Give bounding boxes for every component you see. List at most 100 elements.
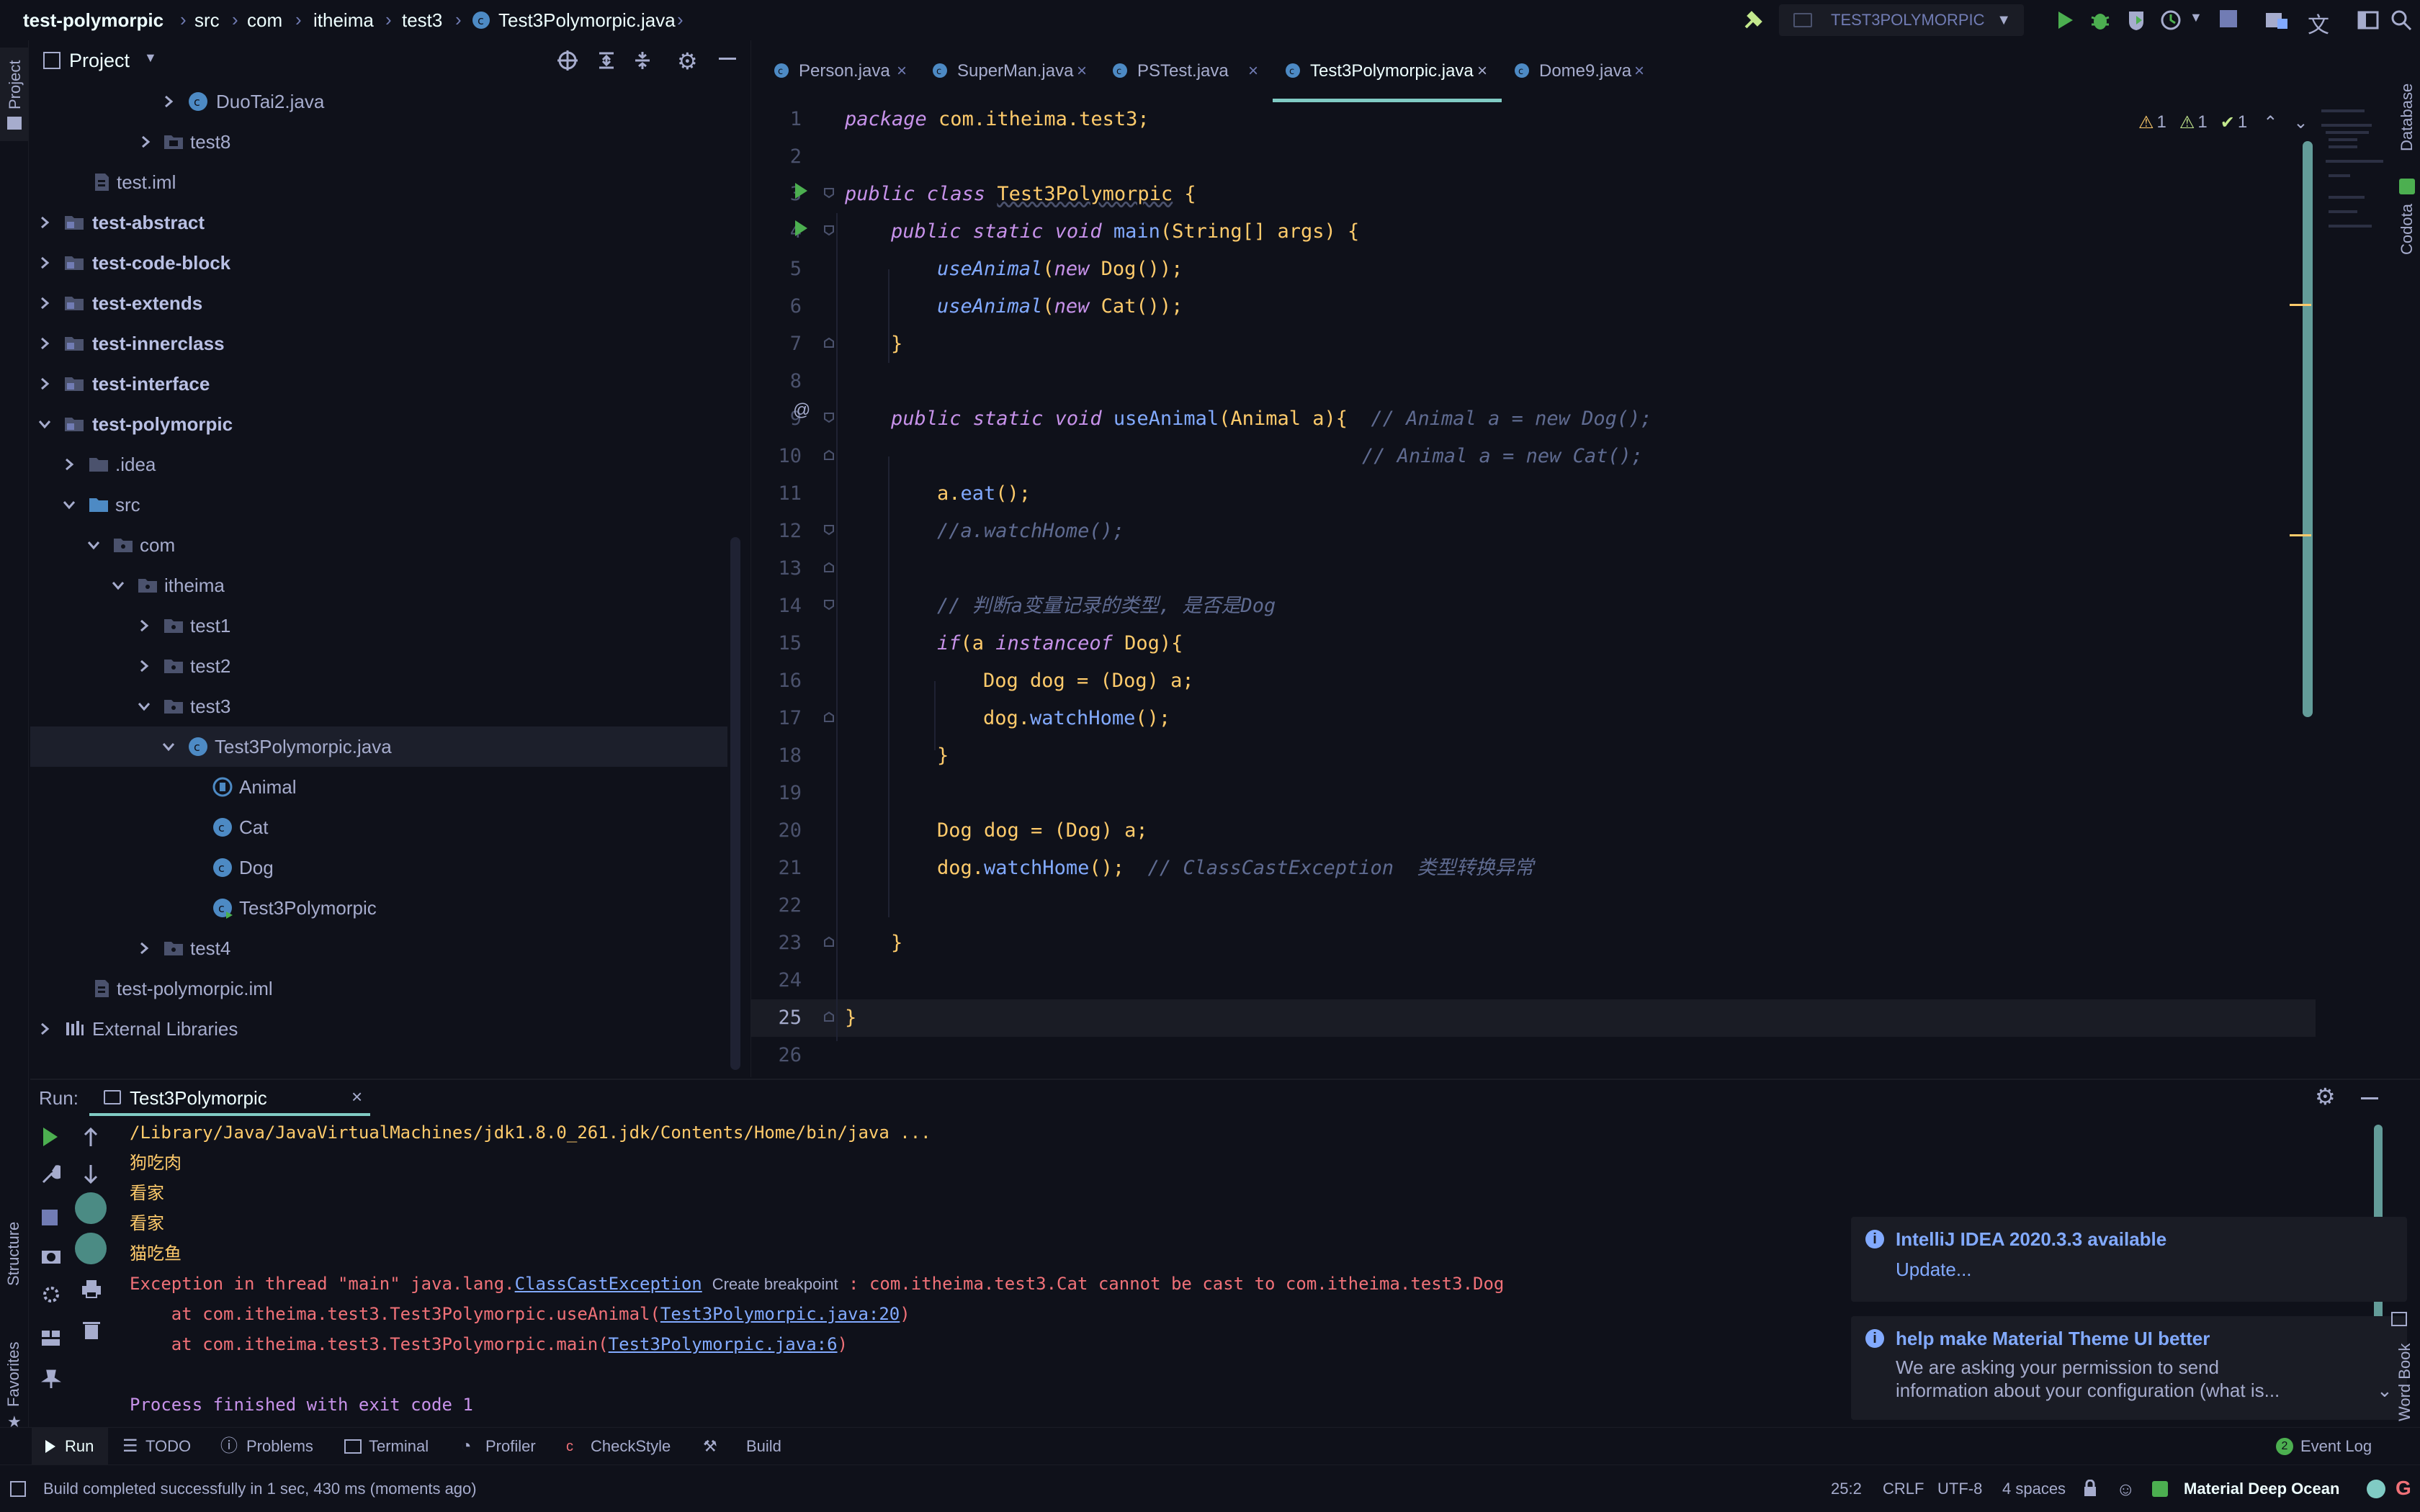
gear-icon[interactable]: ⚙ <box>677 48 698 75</box>
tab-pstest-java[interactable]: c PSTest.java × <box>1100 40 1273 102</box>
tree-item-test3[interactable]: test3 <box>30 686 727 726</box>
profile-icon[interactable] <box>2159 9 2182 32</box>
tree-item-test8[interactable]: test8 <box>30 122 727 162</box>
tree-item-duotai2[interactable]: c DuoTai2.java <box>30 81 727 122</box>
code-line-17[interactable]: dog.watchHome(); <box>983 700 1170 737</box>
close-icon[interactable]: × <box>351 1086 362 1108</box>
fold-icon[interactable] <box>823 337 835 348</box>
indent-setting[interactable]: 4 spaces <box>2002 1465 2066 1512</box>
code-line-16[interactable]: Dog dog = (Dog) a; <box>983 662 1194 700</box>
hide-icon[interactable] <box>719 58 736 60</box>
close-icon[interactable]: × <box>1077 40 1087 102</box>
breadcrumb-src[interactable]: src <box>194 0 220 40</box>
favorites-tool-button[interactable]: Favorites ★ <box>0 1322 29 1431</box>
stop-icon[interactable] <box>2220 10 2237 27</box>
tree-item-external-libraries[interactable]: External Libraries <box>30 1009 727 1049</box>
warning-stripe-marker[interactable] <box>2290 304 2311 306</box>
minimap[interactable] <box>2317 102 2389 318</box>
tree-item-test-interface[interactable]: test-interface <box>30 364 727 404</box>
coverage-icon[interactable] <box>2125 9 2148 32</box>
chevron-down-icon[interactable]: ▼ <box>2190 10 2202 25</box>
tree-item-test-code-block[interactable]: test-code-block <box>30 243 727 283</box>
tab-dome9-java[interactable]: c Dome9.java × <box>1502 40 1667 102</box>
create-breakpoint-link[interactable]: Create breakpoint <box>712 1275 838 1293</box>
implementation-marker-icon[interactable]: @ <box>793 400 810 420</box>
code-line-21[interactable]: dog.watchHome(); // ClassCastException 类… <box>937 850 1534 887</box>
breadcrumb-com[interactable]: com <box>247 0 282 40</box>
chevron-down-icon[interactable]: ⌄ <box>2377 1380 2393 1402</box>
google-icon[interactable]: G <box>2396 1477 2411 1500</box>
chevron-down-icon[interactable]: ⌄ <box>2293 112 2308 133</box>
code-line-5[interactable]: useAnimal(new Dog()); <box>937 251 1183 288</box>
fold-icon[interactable] <box>823 449 835 461</box>
terminal-tool-tab[interactable]: Terminal <box>344 1428 445 1465</box>
tree-item-test-extends[interactable]: test-extends <box>30 283 727 323</box>
tree-item-test3polymorpic-java[interactable]: c Test3Polymorpic.java <box>30 726 727 767</box>
tree-item-dog[interactable]: c Dog <box>30 847 727 888</box>
gear-icon[interactable]: ⚙ <box>2315 1083 2336 1110</box>
tree-item-com[interactable]: com <box>30 525 727 565</box>
window-layout-icon[interactable] <box>2357 9 2380 32</box>
fold-icon[interactable] <box>823 711 835 723</box>
caret-position[interactable]: 25:2 <box>1831 1465 1862 1512</box>
codota-tool-button[interactable]: Codota <box>2398 204 2416 255</box>
tree-item-test-polymorpic-iml[interactable]: test-polymorpic.iml <box>30 968 727 1009</box>
word-book-tool-button[interactable]: Word Book <box>2396 1344 2414 1421</box>
code-line-14[interactable]: // 判断a变量记录的类型, 是否是Dog <box>937 588 1276 625</box>
material-theme-notification[interactable]: i help make Material Theme UI better We … <box>1851 1316 2407 1420</box>
run-tab-test3polymorpic[interactable]: Test3Polymorpic × <box>89 1080 370 1116</box>
tree-item-itheima[interactable]: itheima <box>30 565 727 606</box>
code-line-23[interactable]: } <box>891 924 902 962</box>
code-line-15[interactable]: if(a instanceof Dog){ <box>937 625 1183 662</box>
tree-item-test3polymorpic-class[interactable]: c Test3Polymorpic <box>30 888 727 928</box>
collapse-all-icon[interactable] <box>631 49 654 72</box>
project-tool-button[interactable]: Project <box>0 48 29 141</box>
tree-item-cat[interactable]: c Cat <box>30 807 727 847</box>
chevron-up-icon[interactable]: ⌃ <box>2263 112 2277 133</box>
code-line-7[interactable]: } <box>891 325 902 363</box>
fold-icon[interactable] <box>823 599 835 611</box>
run-configuration-dropdown[interactable]: TEST3POLYMORPIC ▼ <box>1779 4 2024 36</box>
breadcrumb-project[interactable]: test-polymorpic <box>23 0 163 40</box>
tree-item-test-innerclass[interactable]: test-innerclass <box>30 323 727 364</box>
inspection-widget[interactable]: ⚠ 1 ⚠ 1 ✔ 1 ⌃ ⌄ <box>2138 108 2308 137</box>
code-line-9[interactable]: public static void useAnimal(Animal a){ … <box>891 400 1652 438</box>
structure-tool-button[interactable]: Structure <box>0 1192 29 1315</box>
tree-item-test4[interactable]: test4 <box>30 928 727 968</box>
material-theme-name[interactable]: Material Deep Ocean <box>2184 1465 2339 1512</box>
project-structure-icon[interactable] <box>2264 9 2289 32</box>
fold-icon[interactable] <box>823 225 835 236</box>
lock-icon[interactable] <box>2083 1480 2097 1497</box>
fold-icon[interactable] <box>823 524 835 536</box>
build-hammer-icon[interactable] <box>1742 9 1765 32</box>
code-line-11[interactable]: a.eat(); <box>937 475 1031 513</box>
close-icon[interactable]: × <box>1634 40 1644 102</box>
close-icon[interactable]: × <box>1248 40 1258 102</box>
update-notification[interactable]: i IntelliJ IDEA 2020.3.3 available Updat… <box>1851 1217 2407 1302</box>
profiler-tool-tab[interactable]: ◔ Profiler <box>461 1428 555 1465</box>
expand-all-icon[interactable] <box>595 49 618 72</box>
status-message[interactable]: Build completed successfully in 1 sec, 4… <box>43 1465 477 1512</box>
material-theme-indicator[interactable] <box>2367 1480 2385 1498</box>
toggle-tool-windows-icon[interactable] <box>10 1481 26 1497</box>
code-line-10[interactable]: // Animal a = new Cat(); <box>1362 438 1643 475</box>
tab-superman-java[interactable]: c SuperMan.java × <box>920 40 1100 102</box>
tree-item-src[interactable]: src <box>30 485 727 525</box>
stacktrace-link[interactable]: Test3Polymorpic.java:6 <box>609 1334 838 1354</box>
close-icon[interactable]: × <box>897 40 907 102</box>
fold-icon[interactable] <box>823 412 835 423</box>
tree-item-test-polymorpic[interactable]: test-polymorpic <box>30 404 727 444</box>
breadcrumb-test3[interactable]: test3 <box>402 0 442 40</box>
project-panel-title[interactable]: Project <box>69 40 130 81</box>
tree-item-idea[interactable]: .idea <box>30 444 727 485</box>
todo-tool-tab[interactable]: ☰ TODO <box>122 1428 202 1465</box>
warning-stripe-marker[interactable] <box>2290 534 2311 536</box>
tab-person-java[interactable]: c Person.java × <box>761 40 920 102</box>
inspector-icon[interactable]: ☺ <box>2116 1478 2136 1500</box>
fold-icon[interactable] <box>823 187 835 199</box>
stacktrace-link[interactable]: Test3Polymorpic.java:20 <box>660 1304 900 1324</box>
exception-link[interactable]: ClassCastException <box>515 1274 702 1294</box>
code-line-1[interactable]: package com.itheima.test3; <box>845 101 1150 138</box>
file-encoding[interactable]: UTF-8 <box>1937 1465 1982 1512</box>
problems-tool-tab[interactable]: ⓘ Problems <box>220 1428 328 1465</box>
